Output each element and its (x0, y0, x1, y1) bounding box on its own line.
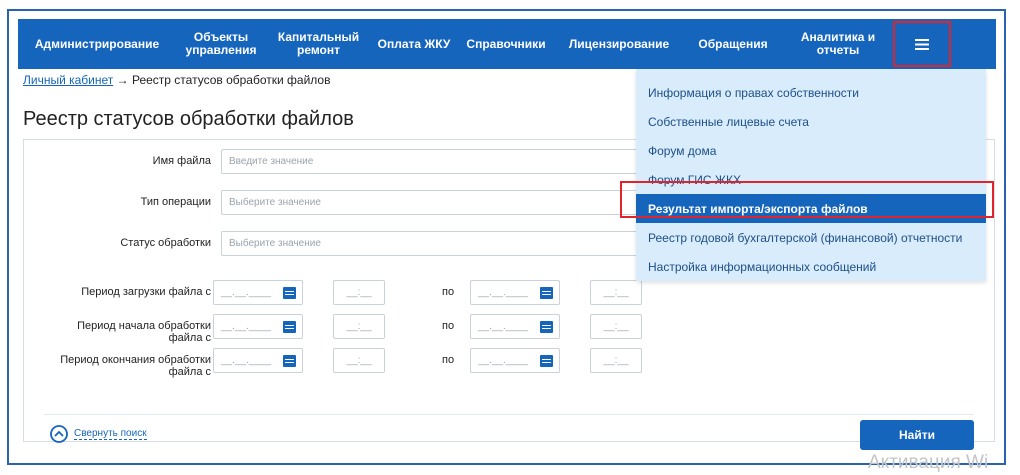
nav-item-capital-repair[interactable]: Капитальный ремонт (266, 19, 371, 69)
upload-time-from[interactable]: __:__ (333, 280, 385, 305)
operation-type-label: Тип операции (140, 196, 211, 208)
form-divider (44, 414, 974, 415)
menu-item-notification-settings[interactable]: Настройка информационных сообщений (636, 252, 986, 281)
collapse-search-toggle[interactable]: Свернуть поиск (50, 425, 147, 443)
chevron-up-circle-icon (50, 425, 68, 443)
menu-item-ownership-info[interactable]: Информация о правах собственности (636, 78, 986, 107)
calendar-icon[interactable] (283, 320, 296, 333)
nav-item-appeals[interactable]: Обращения (683, 19, 783, 69)
menu-item-gis-forum[interactable]: Форум ГИС ЖКХ (636, 165, 986, 194)
calendar-icon[interactable] (540, 320, 553, 333)
calendar-icon[interactable] (283, 286, 296, 299)
calendar-icon[interactable] (540, 354, 553, 367)
processing-start-period-label: Период начала обработки файла с (77, 320, 211, 344)
nav-item-directories[interactable]: Справочники (457, 19, 555, 69)
app-frame: Администрирование Объекты управления Кап… (7, 9, 1006, 465)
processing-start-date-from[interactable]: __.__.____ (213, 314, 303, 339)
menu-item-import-export-result[interactable]: Результат импорта/экспорта файлов (636, 194, 986, 223)
processing-start-time-from[interactable]: __:__ (333, 314, 385, 339)
upload-date-from[interactable]: __.__.____ (213, 280, 303, 305)
processing-status-label: Статус обработки (120, 237, 211, 249)
date-placeholder: __.__.____ (478, 287, 529, 298)
nav-item-utility-payment[interactable]: Оплата ЖКУ (371, 19, 457, 69)
date-placeholder: __.__.____ (221, 287, 272, 298)
date-placeholder: __.__.____ (478, 321, 529, 332)
upload-date-to[interactable]: __.__.____ (470, 280, 560, 305)
breadcrumb-separator: → (116, 73, 129, 87)
processing-start-date-to[interactable]: __.__.____ (470, 314, 560, 339)
activation-watermark: Активация Wi (868, 452, 989, 473)
top-navigation: Администрирование Объекты управления Кап… (18, 19, 996, 69)
breadcrumb: Личный кабинет → Реестр статусов обработ… (23, 73, 330, 87)
menu-button[interactable] (893, 21, 951, 67)
processing-end-date-from[interactable]: __.__.____ (213, 348, 303, 373)
upload-time-to[interactable]: __:__ (590, 280, 642, 305)
processing-start-time-to[interactable]: __:__ (590, 314, 642, 339)
hamburger-icon (915, 38, 929, 50)
collapse-search-label[interactable]: Свернуть поиск (74, 428, 147, 440)
to-label: по (442, 354, 455, 366)
nav-item-licensing[interactable]: Лицензирование (555, 19, 683, 69)
date-placeholder: __.__.____ (478, 355, 529, 366)
upload-period-label: Период загрузки файла с (81, 286, 211, 298)
processing-end-period-label: Период окончания обработки файла с (60, 354, 211, 378)
hamburger-dropdown-menu: Информация о правах собственности Собств… (636, 69, 986, 281)
processing-end-time-to[interactable]: __:__ (590, 348, 642, 373)
page-title: Реестр статусов обработки файлов (23, 108, 354, 130)
menu-item-own-accounts[interactable]: Собственные лицевые счета (636, 107, 986, 136)
breadcrumb-current: Реестр статусов обработки файлов (131, 73, 331, 87)
menu-item-house-forum[interactable]: Форум дома (636, 136, 986, 165)
nav-item-management-objects[interactable]: Объекты управления (176, 19, 266, 69)
calendar-icon[interactable] (540, 286, 553, 299)
breadcrumb-link-personal-cabinet[interactable]: Личный кабинет (23, 73, 113, 87)
nav-item-analytics-reports[interactable]: Аналитика и отчеты (783, 19, 893, 69)
processing-end-time-from[interactable]: __:__ (333, 348, 385, 373)
date-placeholder: __.__.____ (221, 321, 272, 332)
file-name-label: Имя файла (152, 155, 211, 167)
to-label: по (442, 286, 455, 298)
find-button[interactable]: Найти (860, 420, 974, 450)
menu-item-annual-accounting-registry[interactable]: Реестр годовой бухгалтерской (финансовой… (636, 223, 986, 252)
nav-item-administration[interactable]: Администрирование (18, 19, 176, 69)
calendar-icon[interactable] (283, 354, 296, 367)
date-placeholder: __.__.____ (221, 355, 272, 366)
processing-end-date-to[interactable]: __.__.____ (470, 348, 560, 373)
to-label: по (442, 320, 455, 332)
